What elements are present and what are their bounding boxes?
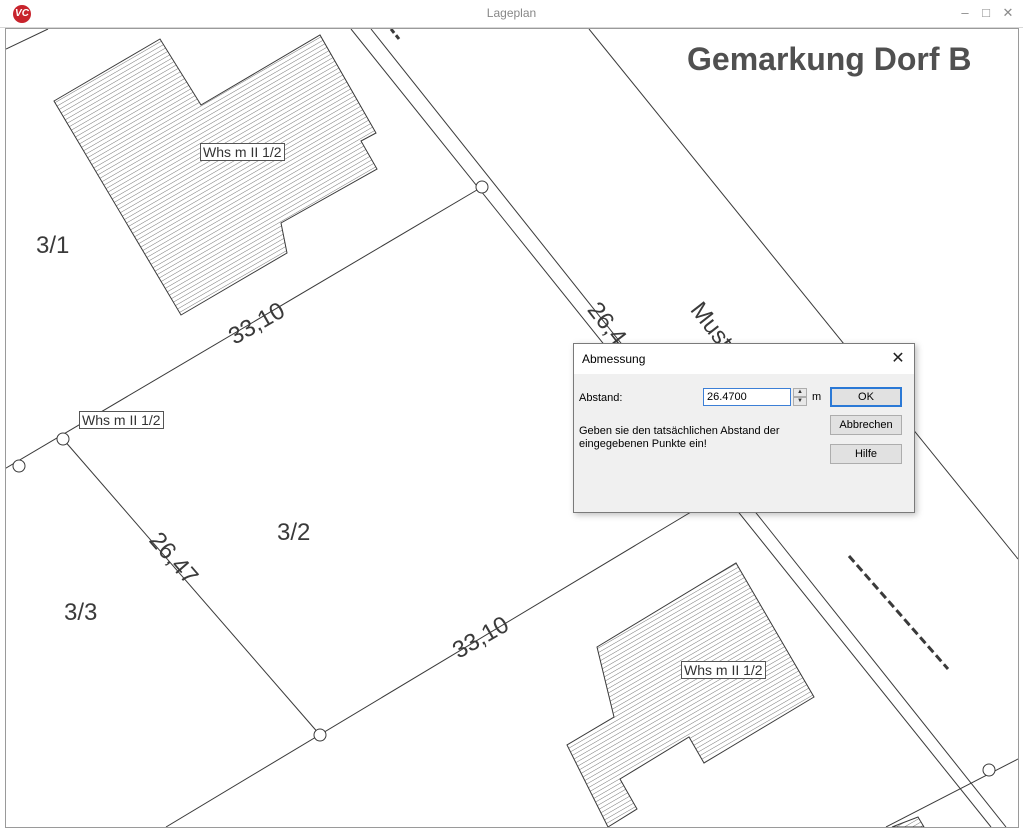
help-button[interactable]: Hilfe: [830, 444, 902, 464]
window-titlebar: VC Lageplan – □ ✕: [0, 0, 1023, 28]
abstand-label: Abstand:: [579, 392, 623, 404]
building: [891, 816, 925, 827]
parcel-line: [62, 438, 321, 736]
dialog-message: Geben sie den tatsächlichen Abstand der …: [579, 425, 780, 450]
survey-point[interactable]: [313, 728, 327, 742]
parcel-label: 3/1: [36, 232, 70, 259]
street-dash: [389, 29, 401, 40]
building: [53, 34, 378, 316]
dialog-title: Abmessung: [582, 352, 646, 366]
survey-point[interactable]: [12, 459, 26, 473]
spin-down-icon[interactable]: ▼: [793, 397, 807, 406]
dialog-titlebar: Abmessung ✕: [574, 344, 914, 374]
survey-point[interactable]: [475, 180, 489, 194]
gemarkung-title: Gemarkung Dorf B: [687, 41, 972, 77]
abstand-spinner[interactable]: ▲ ▼: [793, 388, 807, 408]
building-label: Whs m II 1/2: [200, 143, 285, 161]
maximize-button[interactable]: □: [975, 3, 997, 23]
unit-label: m: [812, 391, 822, 403]
dashed-boundary: [847, 555, 950, 670]
building-label: Whs m II 1/2: [681, 661, 766, 679]
survey-point[interactable]: [982, 763, 996, 777]
cancel-button[interactable]: Abbrechen: [830, 415, 902, 435]
building-label: Whs m II 1/2: [79, 411, 164, 429]
window-title: Lageplan: [486, 6, 537, 20]
building: [566, 562, 815, 827]
parcel-label: 3/3: [64, 599, 98, 626]
abstand-input[interactable]: 26.4700: [703, 388, 791, 406]
dialog-close-icon[interactable]: ✕: [888, 349, 908, 369]
minimize-button[interactable]: –: [954, 3, 976, 23]
parcel-label: 3/2: [277, 519, 311, 546]
ok-button[interactable]: OK: [830, 387, 902, 407]
spin-up-icon[interactable]: ▲: [793, 388, 807, 397]
abmessung-dialog: Abmessung ✕ Abstand: 26.4700 ▲ ▼ m Geben…: [573, 343, 915, 513]
close-button[interactable]: ✕: [997, 3, 1019, 23]
survey-point[interactable]: [56, 432, 70, 446]
parcel-line: [6, 29, 49, 50]
